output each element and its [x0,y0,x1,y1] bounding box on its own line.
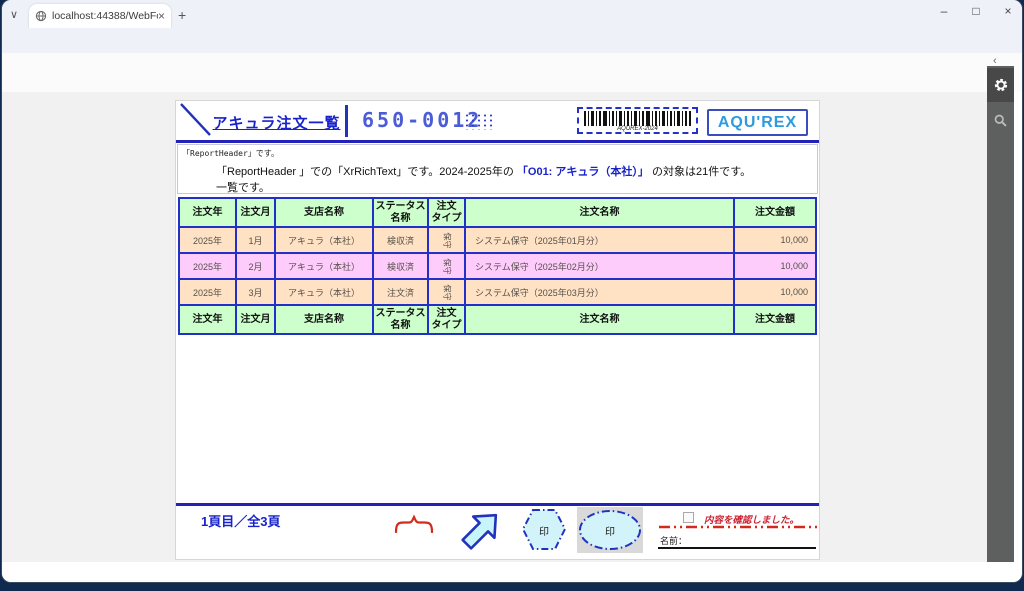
page-count-label: 1頁目／全3頁 [201,511,280,530]
stamp-text: 印 [521,523,567,538]
column-header: ステータス 名称 [373,198,428,227]
table-cell: アキュラ（本社） [275,279,373,305]
ellipse-stamp: 印 [577,507,643,553]
confirm-checkbox [683,512,694,523]
column-header: 注文年 [179,305,236,334]
brace-shape [394,513,434,533]
order-table: 注文年注文月支店名称ステータス 名称注文 タイプ注文名称注文金額 2025年1月… [178,197,817,335]
stamp-text: 印 [577,523,643,538]
column-header: 注文金額 [734,305,816,334]
order-table-footer: 注文年注文月支店名称ステータス 名称注文 タイプ注文名称注文金額 [179,305,816,334]
confirm-label: 内容を確認しました。 [704,512,799,526]
order-table-header: 注文年注文月支店名称ステータス 名称注文 タイプ注文名称注文金額 [179,198,816,227]
table-cell: 2025年 [179,279,236,305]
hexagon-stamp: 印 [521,507,567,552]
table-row: 2025年1月アキュラ（本社）検収済保守システム保守（2025年01月分）10,… [179,227,816,253]
column-header: ステータス 名称 [373,305,428,334]
report-page: アキュラ注文一覧 650-0012 AQUREX-2024 AQU'REX [175,100,820,560]
column-header: 注文月 [236,198,275,227]
column-header: 注文名称 [465,305,734,334]
barcode-caption: AQUREX-2024 [579,126,696,132]
minimize-button[interactable]: – [936,4,952,18]
table-cell: 検収済 [373,253,428,279]
table-row: 2025年3月アキュラ（本社）注文済保守システム保守（2025年03月分）10,… [179,279,816,305]
table-cell: システム保守（2025年01月分） [465,227,734,253]
table-cell: 保守 [428,279,465,305]
table-cell: 10,000 [734,279,816,305]
browser-titlebar: ∨ localhost:44388/WebForm1.aspx × + – □ … [2,0,1022,28]
search-icon [993,113,1008,128]
tab-close-icon[interactable]: × [158,10,165,22]
column-header: 注文年 [179,198,236,227]
gear-icon [993,77,1009,93]
name-underline [658,547,816,549]
export-options-tab[interactable] [987,68,1014,102]
order-table-body: 2025年1月アキュラ（本社）検収済保守システム保守（2025年01月分）10,… [179,227,816,305]
table-cell: 検収済 [373,227,428,253]
table-cell: アキュラ（本社） [275,227,373,253]
intro-line2: 「ReportHeader 」での「XrRichText」です。2024-202… [216,163,751,179]
table-cell: アキュラ（本社） [275,253,373,279]
report-title: アキュラ注文一覧 [209,112,344,133]
search-tab[interactable] [987,102,1014,138]
viewer-canvas[interactable]: アキュラ注文一覧 650-0012 AQUREX-2024 AQU'REX [2,92,987,562]
table-cell: 保守 [428,227,465,253]
intro-line1: 「ReportHeader」です。 [182,148,279,159]
column-header: 支店名称 [275,198,373,227]
close-button[interactable]: × [1000,4,1016,18]
globe-icon [35,10,47,22]
report-intro-richtext: 「ReportHeader」です。 「ReportHeader 」での「XrRi… [177,144,818,194]
window-controls: – □ × [936,4,1016,18]
viewer-side-panel [987,66,1014,577]
intro-line3: 一覧です。 [216,179,270,195]
arrow-shape [459,505,503,553]
table-cell: 2025年 [179,227,236,253]
column-header: 支店名称 [275,305,373,334]
header-separator-line [345,105,348,137]
table-cell: 注文済 [373,279,428,305]
column-header: 注文 タイプ [428,305,465,334]
barcode-image [584,111,691,126]
column-header: 注文金額 [734,198,816,227]
intro-line2-highlight: 「O01: アキュラ（本社）」 [517,166,649,178]
table-row: 2025年2月アキュラ（本社）検収済保守システム保守（2025年02月分）10,… [179,253,816,279]
table-header-row: 注文年注文月支店名称ステータス 名称注文 タイプ注文名称注文金額 [179,305,816,334]
intro-line2-post: の対象は21件です。 [649,166,751,178]
table-cell: 2025年 [179,253,236,279]
intro-line2-pre: 「ReportHeader 」での「XrRichText」です。2024-202… [216,166,517,178]
table-cell: 3月 [236,279,275,305]
browser-window: ∨ localhost:44388/WebForm1.aspx × + – □ … [2,0,1022,582]
postal-code-placeholder-dots [464,113,494,130]
tab-title: localhost:44388/WebForm1.aspx [52,10,158,22]
column-header: 注文月 [236,305,275,334]
company-logo: AQU'REX [707,109,808,136]
browser-tab[interactable]: localhost:44388/WebForm1.aspx × [29,4,171,28]
table-cell: 保守 [428,253,465,279]
diagonal-line-shape [179,102,213,138]
table-cell: 1月 [236,227,275,253]
table-cell: 2月 [236,253,275,279]
table-cell: 10,000 [734,227,816,253]
name-label: 名前： [660,534,687,547]
browser-navbar: ← ↻ ⌂ https://localhost:44388/WebForm1.a… [2,28,1022,53]
tab-list-icon[interactable]: ∨ [10,8,18,21]
table-cell: システム保守（2025年03月分） [465,279,734,305]
barcode-box: AQUREX-2024 [577,107,698,134]
window-bottom-strip [2,562,1022,582]
report-toolbar: 1 of 3 ▾ ページ全体 ▾ [2,53,1022,92]
table-cell: 10,000 [734,253,816,279]
column-header: 注文 タイプ [428,198,465,227]
maximize-button[interactable]: □ [968,4,984,18]
table-header-row: 注文年注文月支店名称ステータス 名称注文 タイプ注文名称注文金額 [179,198,816,227]
table-cell: システム保守（2025年02月分） [465,253,734,279]
new-tab-button[interactable]: + [178,7,186,23]
column-header: 注文名称 [465,198,734,227]
report-page-header: アキュラ注文一覧 650-0012 AQUREX-2024 AQU'REX [176,101,819,141]
header-rule-line [176,140,819,143]
red-dashdot-line [659,525,817,529]
